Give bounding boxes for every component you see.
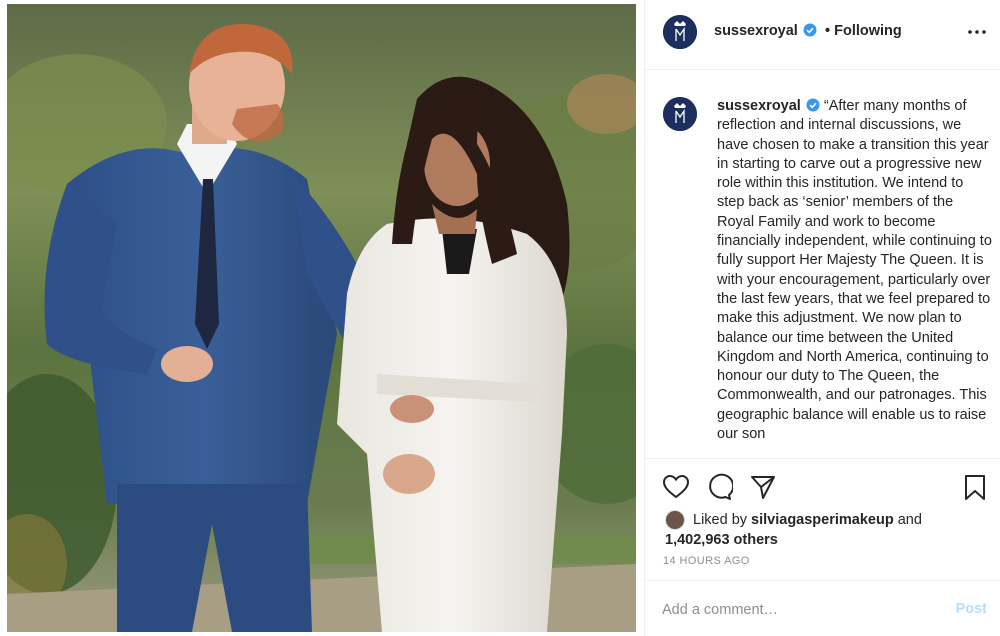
caption-username[interactable]: sussexroyal bbox=[717, 98, 801, 114]
account-username-text[interactable]: sussexroyal bbox=[714, 23, 798, 39]
instagram-post: sussexroyal • Following sussexroyal “Aft… bbox=[0, 0, 1000, 636]
royal-monogram-icon bbox=[663, 15, 697, 49]
caption-avatar[interactable] bbox=[663, 97, 697, 131]
paper-plane-icon[interactable] bbox=[749, 473, 777, 501]
photo-illustration bbox=[7, 4, 636, 632]
account-username[interactable]: sussexroyal bbox=[714, 23, 817, 39]
post-side-panel: sussexroyal • Following sussexroyal “Aft… bbox=[644, 0, 1000, 636]
post-actions: Liked by silviagasperimakeup and 1,402,9… bbox=[645, 458, 1000, 578]
verified-badge-icon bbox=[806, 98, 820, 112]
post-timestamp[interactable]: 14 HOURS AGO bbox=[663, 555, 750, 567]
liker-username[interactable]: silviagasperimakeup bbox=[751, 512, 894, 528]
comment-box: Post bbox=[645, 580, 1000, 636]
caption-text: sussexroyal “After many months of reflec… bbox=[717, 97, 993, 444]
royal-monogram-icon bbox=[663, 97, 697, 131]
post-comment-button[interactable]: Post bbox=[956, 601, 987, 617]
heart-icon[interactable] bbox=[662, 473, 690, 501]
likes-and: and bbox=[893, 512, 922, 528]
follow-status[interactable]: • Following bbox=[825, 23, 902, 39]
likes-prefix: Liked by bbox=[693, 512, 752, 528]
account-avatar[interactable] bbox=[663, 15, 697, 49]
liker-avatar[interactable] bbox=[665, 510, 685, 530]
likes-count[interactable]: 1,402,963 others bbox=[665, 530, 778, 550]
post-photo[interactable] bbox=[7, 4, 636, 632]
caption-body: “After many months of reflection and int… bbox=[717, 98, 992, 443]
comment-input[interactable] bbox=[662, 600, 922, 620]
bookmark-icon[interactable] bbox=[961, 473, 989, 501]
caption-area: sussexroyal “After many months of reflec… bbox=[645, 71, 1000, 457]
more-options-icon[interactable] bbox=[966, 22, 988, 42]
verified-badge-icon bbox=[803, 23, 817, 37]
post-header: sussexroyal • Following bbox=[645, 0, 1000, 70]
comment-icon[interactable] bbox=[705, 473, 733, 501]
likes-summary: Liked by silviagasperimakeup and 1,402,9… bbox=[665, 510, 993, 548]
